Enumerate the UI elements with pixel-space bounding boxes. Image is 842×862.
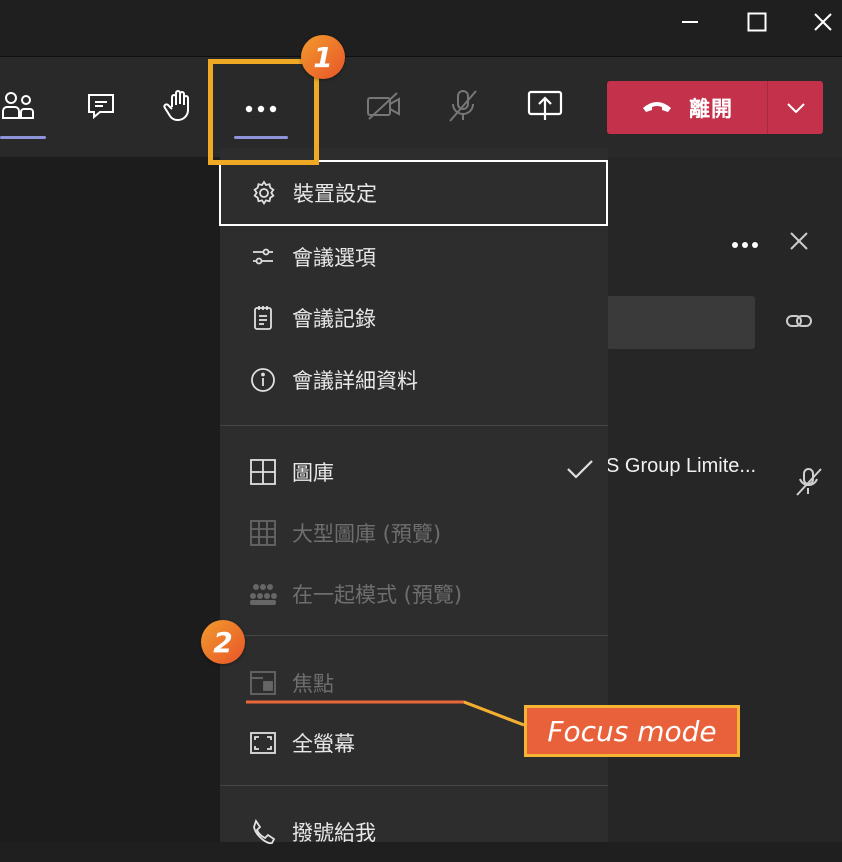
- people-icon: [0, 90, 36, 126]
- menu-item-label: 會議選項: [292, 246, 376, 270]
- step-badge-2: 2: [201, 620, 245, 664]
- close-window-button[interactable]: [793, 0, 842, 48]
- menu-item-label: 焦點: [292, 672, 334, 696]
- menu-item-label: 會議記錄: [292, 307, 376, 331]
- minimize-icon: [681, 13, 699, 35]
- chat-button[interactable]: [71, 78, 131, 138]
- menu-divider: [220, 635, 608, 636]
- video-stage: [0, 157, 220, 842]
- menu-divider: [220, 785, 608, 786]
- together-icon: [248, 579, 278, 609]
- gear-icon: [249, 178, 279, 208]
- mic-off-icon: [794, 468, 824, 502]
- checkmark-icon: [566, 458, 594, 484]
- leave-label: 離開: [689, 96, 733, 121]
- panel-search-field[interactable]: [607, 296, 755, 349]
- participant-mic-status: [794, 466, 826, 498]
- chevron-down-icon: [786, 98, 805, 117]
- chat-icon: [86, 91, 116, 125]
- callout-connector-line: [246, 700, 525, 727]
- focus-icon: [248, 668, 278, 698]
- more-actions-highlight-box: [208, 59, 319, 165]
- menu-divider: [220, 425, 608, 426]
- step-badge-1: 1: [301, 35, 345, 79]
- menu-item-call-me[interactable]: 撥號給我: [220, 802, 608, 862]
- participants-button[interactable]: [0, 78, 48, 138]
- large-grid-icon: [248, 518, 278, 548]
- mic-off-icon: [446, 88, 480, 128]
- participants-active-indicator: [0, 136, 46, 139]
- leave-button[interactable]: 離開: [607, 81, 767, 134]
- hang-up-icon: [641, 98, 673, 117]
- leave-button-group: 離開: [607, 81, 823, 134]
- grid-icon: [248, 457, 278, 487]
- menu-item-large-gallery: 大型圖庫 (預覽): [220, 503, 608, 563]
- sliders-icon: [248, 242, 278, 272]
- maximize-icon: [747, 12, 767, 36]
- info-icon: [248, 365, 278, 395]
- panel-close-button[interactable]: [784, 228, 814, 258]
- phone-icon: [248, 817, 278, 847]
- camera-off-icon: [365, 91, 403, 125]
- focus-mode-callout: Focus mode: [524, 705, 740, 757]
- participant-name: S Group Limite...: [606, 455, 757, 477]
- share-screen-icon: [527, 90, 563, 126]
- menu-item-label: 裝置設定: [293, 182, 377, 206]
- menu-item-label: 大型圖庫 (預覽): [292, 522, 442, 546]
- menu-item-label: 在一起模式 (預覽): [292, 583, 463, 607]
- more-icon: [731, 234, 759, 253]
- menu-item-gallery[interactable]: 圖庫: [220, 442, 608, 502]
- raise-hand-button[interactable]: [149, 78, 209, 138]
- menu-item-label: 撥號給我: [292, 821, 376, 845]
- mic-button[interactable]: [433, 78, 493, 138]
- menu-item-together-mode: 在一起模式 (預覽): [220, 564, 608, 624]
- menu-item-meeting-details[interactable]: 會議詳細資料: [220, 350, 608, 410]
- panel-more-button[interactable]: [728, 228, 762, 258]
- menu-item-device-settings[interactable]: 裝置設定: [219, 160, 608, 226]
- leave-dropdown-button[interactable]: [768, 81, 823, 134]
- hand-icon: [163, 89, 195, 127]
- link-icon: [785, 311, 813, 335]
- menu-item-meeting-notes[interactable]: 會議記錄: [220, 288, 608, 348]
- maximize-button[interactable]: [727, 0, 787, 48]
- copy-link-button[interactable]: [784, 308, 814, 338]
- menu-item-meeting-options[interactable]: 會議選項: [220, 227, 608, 287]
- share-screen-button[interactable]: [515, 78, 575, 138]
- menu-item-label: 圖庫: [292, 461, 334, 485]
- camera-button[interactable]: [354, 78, 414, 138]
- menu-item-label: 會議詳細資料: [292, 369, 418, 393]
- close-icon: [813, 12, 833, 36]
- minimize-button[interactable]: [660, 0, 720, 48]
- close-icon: [790, 232, 808, 254]
- notes-icon: [248, 303, 278, 333]
